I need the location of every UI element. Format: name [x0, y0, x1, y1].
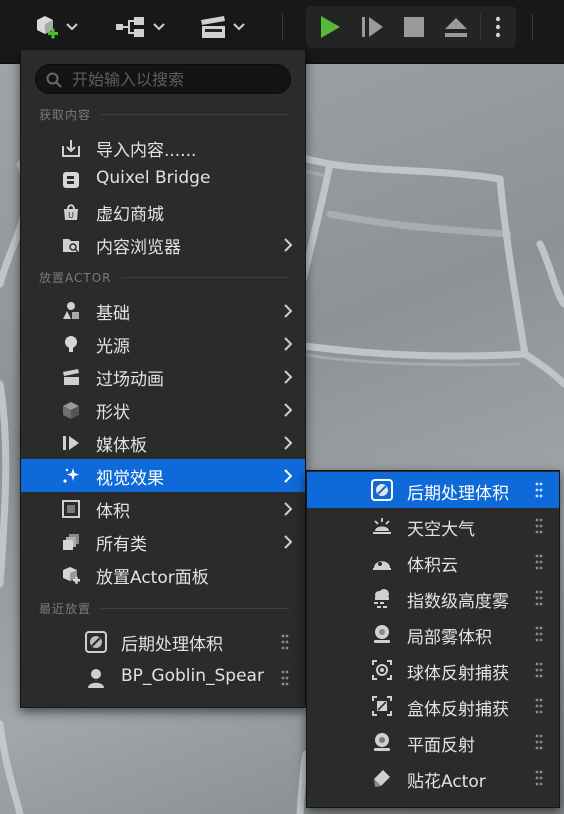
- drag-handle-icon[interactable]: [535, 698, 543, 714]
- menu-item-basic[interactable]: 基础: [21, 294, 305, 327]
- submenu-item-local-fog-volume[interactable]: 局部雾体积: [307, 616, 559, 652]
- import-icon: [62, 140, 80, 157]
- recent-item-bp-goblin-spear[interactable]: BP_Goblin_Spear: [21, 661, 305, 694]
- search-icon: [46, 72, 62, 88]
- search-box[interactable]: [35, 64, 291, 94]
- drag-handle-icon[interactable]: [535, 770, 543, 786]
- submenu-item-decal-actor[interactable]: 贴花Actor: [307, 760, 559, 796]
- drag-handle-icon[interactable]: [535, 518, 543, 534]
- add-content-button[interactable]: [26, 8, 84, 46]
- submenu-item-sky-atmosphere[interactable]: 天空大气: [307, 508, 559, 544]
- stop-button[interactable]: [396, 8, 432, 46]
- content-browser-icon: [63, 239, 79, 253]
- drag-handle-icon[interactable]: [281, 634, 289, 650]
- clapperboard-icon: [63, 369, 79, 385]
- chevron-right-icon: [284, 304, 293, 318]
- local-fog-icon: [374, 625, 390, 643]
- submenu-item-planar-reflection[interactable]: 平面反射: [307, 724, 559, 760]
- planar-reflection-icon: [374, 733, 390, 751]
- menu-item-all-classes[interactable]: 所有类: [21, 525, 305, 558]
- drag-handle-icon[interactable]: [535, 626, 543, 642]
- menu-item-cinematics[interactable]: 过场动画: [21, 360, 305, 393]
- section-get-content: 获取内容: [39, 106, 289, 123]
- post-process-icon: [85, 631, 107, 653]
- section-recent: 最近放置: [39, 600, 289, 617]
- sparkle-icon: [63, 468, 79, 483]
- place-actor-icon: [63, 567, 80, 584]
- submenu-item-exponential-height-fog[interactable]: 指数级高度雾: [307, 580, 559, 616]
- menu-item-import[interactable]: 导入内容......: [21, 131, 305, 164]
- cube-icon: [63, 402, 79, 419]
- menu-item-content-browser[interactable]: 内容浏览器: [21, 228, 305, 261]
- media-icon: [63, 436, 79, 450]
- light-bulb-icon: [65, 336, 77, 352]
- character-icon: [88, 669, 104, 688]
- decal-icon: [374, 770, 390, 787]
- eject-icon: [445, 18, 467, 37]
- clapperboard-icon: [201, 16, 225, 38]
- add-content-menu: 获取内容 导入内容...... Quixel Bridge U 虚幻商城 内容浏…: [20, 49, 306, 708]
- chevron-right-icon: [284, 469, 293, 483]
- all-classes-icon: [63, 534, 79, 550]
- visual-effects-submenu: 后期处理体积 天空大气 体积云 指数级高度雾 局部雾体积 球体反射捕获 盒体反射…: [306, 470, 560, 808]
- chevron-right-icon: [284, 238, 293, 252]
- recent-item-post-process-volume[interactable]: 后期处理体积: [21, 625, 305, 658]
- play-button[interactable]: [312, 8, 348, 46]
- step-forward-button[interactable]: [354, 8, 390, 46]
- search-input[interactable]: [72, 65, 282, 93]
- menu-item-visual-effects[interactable]: 视觉效果: [21, 459, 305, 492]
- chevron-right-icon: [284, 436, 293, 450]
- section-place-actor: 放置ACTOR: [39, 269, 289, 286]
- more-options-button[interactable]: [484, 8, 512, 46]
- box-reflection-icon: [372, 696, 392, 716]
- drag-handle-icon[interactable]: [535, 554, 543, 570]
- menu-item-quixel-bridge[interactable]: Quixel Bridge: [21, 163, 305, 196]
- blueprint-nodes-icon: [116, 17, 144, 37]
- more-options-icon: [495, 16, 501, 38]
- drag-handle-icon[interactable]: [535, 482, 543, 498]
- chevron-right-icon: [284, 403, 293, 417]
- svg-text:U: U: [68, 211, 74, 220]
- menu-item-lights[interactable]: 光源: [21, 327, 305, 360]
- menu-item-volumes[interactable]: 体积: [21, 492, 305, 525]
- chevron-down-icon: [233, 23, 245, 31]
- chevron-right-icon: [284, 535, 293, 549]
- basic-shapes-icon: [63, 302, 79, 319]
- chevron-right-icon: [284, 502, 293, 516]
- cube-plus-icon: [37, 16, 58, 39]
- play-icon: [321, 16, 340, 38]
- sky-atmosphere-icon: [373, 518, 391, 534]
- stop-icon: [404, 17, 424, 37]
- drag-handle-icon[interactable]: [535, 590, 543, 606]
- menu-item-shapes[interactable]: 形状: [21, 393, 305, 426]
- menu-item-place-actor-panel[interactable]: 放置Actor面板: [21, 558, 305, 591]
- play-controls-group: [306, 6, 516, 48]
- submenu-item-volumetric-cloud[interactable]: 体积云: [307, 544, 559, 580]
- chevron-down-icon: [153, 23, 165, 31]
- submenu-item-post-process-volume[interactable]: 后期处理体积: [307, 472, 559, 508]
- eject-button[interactable]: [438, 8, 474, 46]
- sphere-reflection-icon: [372, 660, 392, 680]
- cinematics-button[interactable]: [192, 8, 252, 46]
- submenu-item-sphere-reflection-capture[interactable]: 球体反射捕获: [307, 652, 559, 688]
- step-forward-icon: [362, 17, 383, 37]
- chevron-down-icon: [66, 23, 78, 31]
- drag-handle-icon[interactable]: [281, 670, 289, 686]
- marketplace-icon: U: [64, 204, 78, 220]
- post-process-icon: [371, 479, 393, 501]
- height-fog-icon: [374, 589, 389, 608]
- volumetric-cloud-icon: [373, 561, 391, 570]
- chevron-right-icon: [284, 337, 293, 351]
- drag-handle-icon[interactable]: [535, 662, 543, 678]
- submenu-item-box-reflection-capture[interactable]: 盒体反射捕获: [307, 688, 559, 724]
- blueprints-button[interactable]: [110, 8, 170, 46]
- chevron-right-icon: [284, 370, 293, 384]
- volume-icon: [62, 500, 80, 518]
- menu-item-marketplace[interactable]: U 虚幻商城: [21, 195, 305, 228]
- drag-handle-icon[interactable]: [535, 734, 543, 750]
- menu-item-media[interactable]: 媒体板: [21, 426, 305, 459]
- bridge-icon: [63, 172, 79, 188]
